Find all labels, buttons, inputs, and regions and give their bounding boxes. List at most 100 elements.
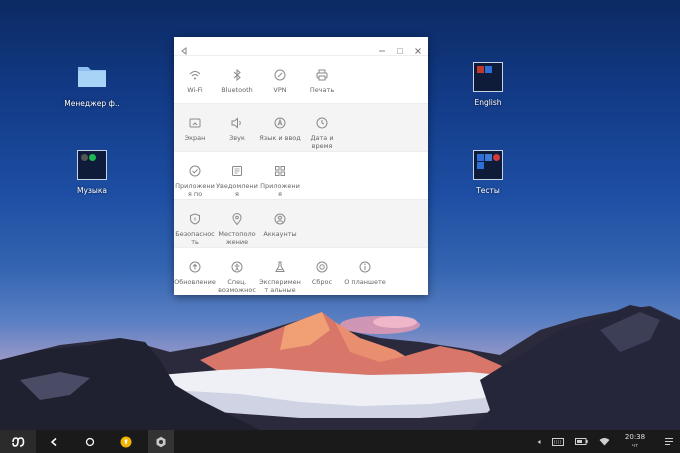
settings-item-date-time[interactable]: Дата и время	[301, 104, 343, 152]
tray-expand-icon	[537, 439, 541, 444]
folder-icon	[77, 63, 107, 93]
printer-icon	[316, 69, 328, 81]
wifi-status[interactable]	[596, 430, 612, 453]
desktop-icon-english[interactable]: English	[448, 62, 528, 107]
account-icon	[274, 213, 286, 225]
settings-item-label: VPN	[273, 86, 287, 94]
settings-row-system: Обновление Спец. возможнос Эксперимент а…	[174, 248, 428, 295]
desktop-icon-tests[interactable]: Тесты	[448, 150, 528, 195]
bluetooth-icon	[233, 68, 241, 82]
accessibility-icon	[231, 261, 243, 273]
maximize-icon[interactable]	[395, 41, 405, 54]
settings-item-print[interactable]: Печать	[301, 56, 343, 104]
settings-item-security[interactable]: Безопаснос ть	[174, 200, 216, 248]
language-icon	[274, 117, 286, 129]
settings-item-wifi[interactable]: Wi-Fi	[174, 56, 216, 104]
settings-item-label: Звук	[229, 134, 245, 142]
settings-item-accounts[interactable]: Аккаунты	[259, 200, 301, 248]
settings-item-label: Сброс	[311, 278, 333, 286]
back-arrow-icon	[50, 437, 57, 446]
display-icon	[189, 118, 201, 128]
tests-app-thumbnail-icon	[473, 150, 503, 180]
clock-day: чт	[631, 443, 639, 449]
default-apps-icon	[189, 165, 201, 177]
home-circle-icon	[85, 437, 95, 446]
start-button[interactable]	[0, 430, 36, 453]
settings-item-label: Язык и ввод	[259, 134, 301, 142]
settings-item-accessibility[interactable]: Спец. возможнос	[216, 248, 258, 295]
settings-app-taskbar[interactable]	[148, 430, 174, 453]
keyboard-icon	[552, 437, 564, 446]
home-button[interactable]	[78, 430, 102, 453]
settings-item-vpn[interactable]: VPN	[259, 56, 301, 104]
back-triangle-icon[interactable]	[179, 41, 189, 55]
music-app-thumbnail-icon	[77, 150, 107, 180]
settings-window: Wi-Fi Bluetooth VPN Печать Экран Звук Яз…	[174, 37, 428, 295]
settings-item-label: Bluetooth	[221, 86, 253, 94]
close-icon[interactable]	[413, 41, 423, 54]
settings-item-label: Эксперимент альные	[259, 278, 301, 294]
english-app-thumbnail-icon	[473, 62, 503, 92]
desktop-icon-music[interactable]: Музыка	[52, 150, 132, 195]
notifications-button[interactable]	[660, 430, 678, 453]
settings-item-label: Приложени я по	[175, 182, 215, 198]
settings-item-label: Дата и время	[310, 134, 334, 150]
settings-item-label: Спец. возможнос	[218, 278, 256, 294]
settings-item-label: Приложени я	[260, 182, 300, 198]
info-icon	[359, 261, 371, 273]
settings-item-label: Wi-Fi	[187, 86, 203, 94]
wifi-icon	[189, 71, 201, 80]
settings-row-device: Экран Звук Язык и ввод Дата и время	[174, 104, 428, 152]
clock-time[interactable]: 20:38	[621, 433, 649, 441]
desktop-icon-label: Тесты	[476, 186, 500, 195]
desktop-icon-file-manager[interactable]: Менеджер ф..	[52, 63, 132, 108]
flask-icon	[275, 261, 285, 272]
vpn-icon	[274, 69, 286, 81]
settings-item-update[interactable]: Обновление	[174, 248, 216, 295]
pinned-app[interactable]	[114, 430, 138, 453]
minimize-icon[interactable]	[377, 41, 387, 52]
settings-item-apps[interactable]: Приложени я	[259, 152, 301, 200]
apps-grid-icon	[275, 166, 285, 176]
settings-item-location[interactable]: Местополо жение	[216, 200, 258, 248]
battery-status[interactable]	[572, 430, 590, 453]
settings-item-reset[interactable]: Сброс	[301, 248, 343, 295]
settings-row-apps: Приложени я по Уведомлени я Приложени я	[174, 152, 428, 200]
settings-item-sound[interactable]: Звук	[216, 104, 258, 152]
settings-item-label: Экран	[184, 134, 206, 142]
settings-item-label: Обновление	[174, 278, 216, 286]
clock-icon	[316, 117, 328, 129]
yellow-app-icon	[120, 436, 132, 447]
settings-item-label: О планшете	[344, 278, 386, 286]
tray-expand-button[interactable]	[533, 430, 545, 453]
settings-gear-icon	[156, 436, 166, 447]
phoenix-os-logo-icon	[12, 436, 25, 447]
settings-item-label: Печать	[309, 86, 335, 94]
desktop-icon-label: Музыка	[77, 186, 107, 195]
notifications-icon	[232, 166, 242, 176]
settings-item-about[interactable]: О планшете	[344, 248, 386, 295]
shield-icon	[190, 213, 200, 225]
desktop-icon-label: English	[474, 98, 502, 107]
settings-item-display[interactable]: Экран	[174, 104, 216, 152]
location-icon	[232, 213, 242, 226]
speaker-icon	[231, 117, 241, 129]
settings-item-experimental[interactable]: Эксперимент альные	[259, 248, 301, 295]
window-titlebar[interactable]	[174, 37, 428, 56]
desktop-icon-label: Менеджер ф..	[64, 99, 120, 108]
battery-icon	[574, 438, 588, 445]
update-icon	[189, 261, 201, 273]
settings-row-network: Wi-Fi Bluetooth VPN Печать	[174, 56, 428, 104]
settings-item-label: Безопаснос ть	[175, 230, 215, 246]
settings-item-notifications[interactable]: Уведомлени я	[216, 152, 258, 200]
settings-row-privacy: Безопаснос ть Местополо жение Аккаунты	[174, 200, 428, 248]
taskbar: 20:38 чт	[0, 430, 680, 453]
settings-item-language[interactable]: Язык и ввод	[259, 104, 301, 152]
wifi-status-icon	[599, 438, 609, 446]
settings-item-bluetooth[interactable]: Bluetooth	[216, 56, 258, 104]
settings-item-label: Уведомлени я	[216, 182, 258, 198]
settings-item-default-apps[interactable]: Приложени я по	[174, 152, 216, 200]
notifications-menu-icon	[665, 438, 673, 445]
keyboard-status[interactable]	[550, 430, 566, 453]
back-button[interactable]	[42, 430, 66, 453]
